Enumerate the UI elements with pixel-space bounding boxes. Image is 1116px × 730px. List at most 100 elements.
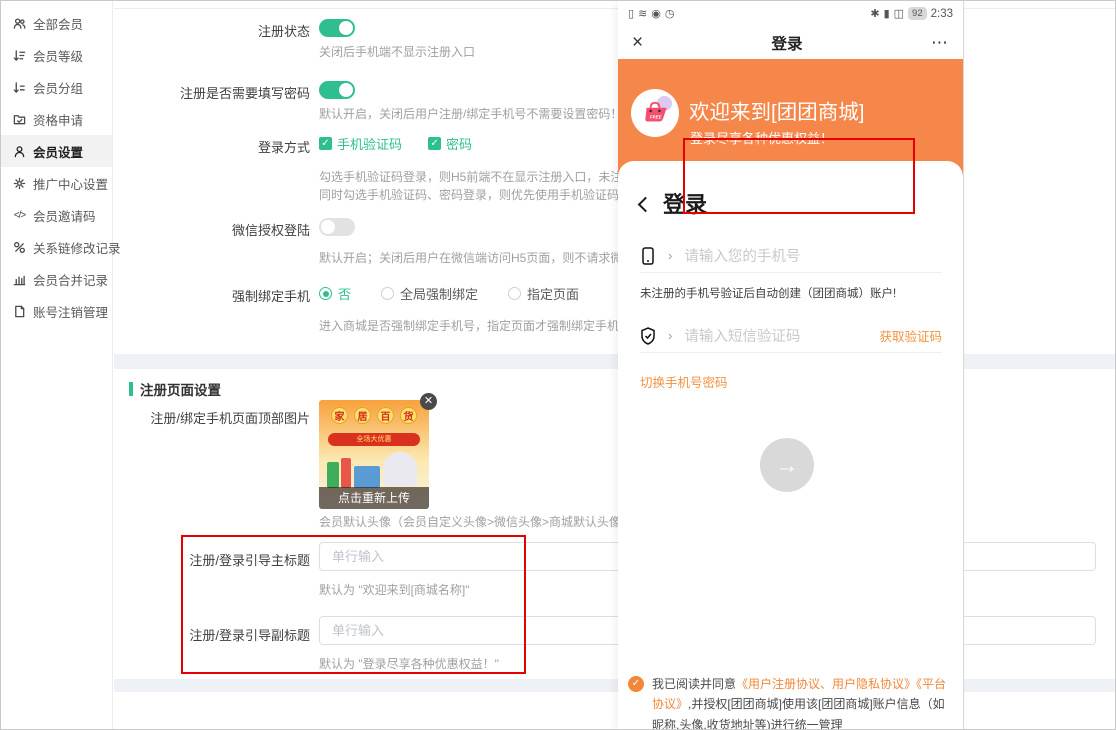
sidebar-item-label: 推广中心设置 (33, 174, 108, 193)
radio-dot (381, 287, 394, 300)
back-chevron-icon[interactable] (638, 196, 654, 212)
statusbar-left-icons: ▯ ≋ ◉ ◷ (628, 7, 675, 20)
sort-group-icon (12, 80, 27, 95)
product-bottle (327, 462, 339, 488)
sidebar-item-label: 资格申请 (33, 110, 83, 129)
sidebar-item-invite-code[interactable]: </> 会员邀请码 (1, 199, 112, 231)
sub-title-help: 默认为 "登录尽享各种优惠权益！" (319, 655, 499, 672)
section-divider (114, 679, 1116, 692)
sidebar-item-member-level[interactable]: 会员等级 (1, 39, 112, 71)
users-icon (12, 16, 27, 31)
checkbox-label: 手机验证码 (337, 134, 402, 153)
shop-avatar: FREE (631, 89, 679, 137)
sidebar-item-member-group[interactable]: 会员分组 (1, 71, 112, 103)
login-heading: 登录 (640, 187, 707, 219)
radio-no[interactable]: 否 (319, 284, 351, 303)
toggle-knob (321, 220, 335, 234)
sidebar-item-merge-log[interactable]: 会员合并记录 (1, 263, 112, 295)
sidebar-item-label: 关系链修改记录 (33, 238, 121, 257)
radio-specified-page[interactable]: 指定页面 (508, 284, 579, 303)
phone-nav-title: 登录 (772, 32, 803, 54)
register-status-toggle[interactable] (319, 19, 355, 37)
sidebar-item-member-settings[interactable]: 会员设置 (1, 135, 112, 167)
register-status-help: 关闭后手机端不显示注册入口 (319, 43, 475, 60)
force-bind-help: 进入商城是否强制绑定手机号，指定页面才强制绑定手机 (319, 317, 619, 334)
auto-create-note: 未注册的手机号验证后自动创建（团团商城）账户! (640, 285, 896, 301)
thumb-category-circles: 家 居 百 货 (319, 407, 429, 424)
battery-icon: ▮ (884, 7, 890, 20)
chart-icon (12, 272, 27, 287)
more-menu-icon[interactable]: ⋯ (931, 33, 949, 53)
thumb-circle: 百 (377, 407, 394, 424)
sidebar-item-all-members[interactable]: 全部会员 (1, 7, 112, 39)
code-icon: </> (12, 208, 27, 223)
sidebar-item-label: 账号注销管理 (33, 302, 108, 321)
sidebar-item-promotion-settings[interactable]: 推广中心设置 (1, 167, 112, 199)
vibrate-icon: ◫ (894, 7, 904, 20)
close-icon[interactable]: × (632, 33, 643, 52)
welcome-subtitle: 登录尽享各种优惠权益！ (690, 128, 833, 147)
welcome-title: 欢迎来到[团团商城] (689, 95, 864, 125)
wechat-auth-label: 微信授权登陆 (114, 220, 310, 239)
statusbar-time: 2:33 (931, 8, 953, 20)
reupload-overlay[interactable]: 点击重新上传 (319, 487, 429, 509)
radio-label: 指定页面 (527, 284, 579, 303)
need-password-toggle[interactable] (319, 81, 355, 99)
register-status-label: 注册状态 (114, 21, 310, 40)
chevron-right-icon: › (668, 328, 672, 343)
login-method-label: 登录方式 (114, 137, 310, 156)
thumb-promo-banner: 全场大优惠 (328, 433, 420, 446)
checkbox-sms-code[interactable]: ✓ 手机验证码 (319, 134, 402, 153)
sidebar-item-label: 会员设置 (33, 142, 83, 161)
switch-login-mode-link[interactable]: 切换手机号密码 (640, 372, 728, 391)
main-title-help: 默认为 "欢迎来到[商城名称]" (319, 581, 470, 598)
sidebar-item-account-cancel[interactable]: 账号注销管理 (1, 295, 112, 327)
default-avatar-help: 会员默认头像（会员自定义头像>微信头像>商城默认头像） (319, 513, 633, 530)
top-image-label: 注册/绑定手机页面顶部图片 (114, 408, 310, 427)
wechat-auth-toggle[interactable] (319, 218, 355, 236)
arrow-right-icon: → (776, 452, 799, 479)
sidebar-item-label: 会员分组 (33, 78, 83, 97)
toggle-knob (339, 21, 353, 35)
phone-input-placeholder[interactable]: 请输入您的手机号 (684, 245, 942, 266)
sidebar-item-relation-log[interactable]: 关系链修改记录 (1, 231, 112, 263)
force-bind-radios: 否 全局强制绑定 指定页面 (319, 284, 579, 303)
phone-navbar: × 登录 ⋯ (618, 26, 963, 59)
agreement-block: ✓ 我已阅读并同意《用户注册协议、用户隐私协议》《平台协议》,并授权[团团商城]… (628, 674, 954, 730)
submit-arrow-button[interactable]: → (760, 438, 814, 492)
checkbox-password[interactable]: ✓ 密码 (428, 134, 472, 153)
login-card: 登录 › 请输入您的手机号 未注册的手机号验证后自动创建（团团商城）账户! › … (618, 161, 963, 730)
sidebar-item-qualification[interactable]: 资格申请 (1, 103, 112, 135)
product-pack (354, 466, 380, 488)
remove-image-icon[interactable]: ✕ (420, 393, 437, 410)
main-title-label: 注册/登录引导主标题 (114, 550, 310, 569)
sidebar-item-label: 会员合并记录 (33, 270, 108, 289)
thumb-circle: 居 (354, 407, 371, 424)
radio-dot (508, 287, 521, 300)
eye-icon: ◉ (651, 7, 661, 20)
thumb-circle: 货 (400, 407, 417, 424)
force-bind-label: 强制绑定手机 (114, 286, 310, 305)
get-code-button[interactable]: 获取验证码 (879, 326, 942, 345)
agreement-text: 我已阅读并同意《用户注册协议、用户隐私协议》《平台协议》,并授权[团团商城]使用… (652, 674, 954, 730)
alarm-icon: ◷ (665, 7, 675, 20)
radio-global-bind[interactable]: 全局强制绑定 (381, 284, 478, 303)
checkbox-label: 密码 (446, 134, 472, 153)
agreement-check-icon[interactable]: ✓ (628, 676, 644, 692)
product-umbrella (383, 452, 417, 486)
sms-code-row[interactable]: › 请输入短信验证码 获取验证码 (640, 319, 942, 353)
sms-input-placeholder[interactable]: 请输入短信验证码 (684, 325, 867, 346)
register-page-section-header: 注册页面设置 (129, 379, 221, 399)
agreement-suffix: ,并授权[团团商城]使用该[团团商城]账户信息（如昵称,头像,收货地址等)进行统… (652, 697, 945, 730)
login-method-checkboxes: ✓ 手机验证码 ✓ 密码 (319, 134, 472, 153)
section-title: 注册页面设置 (140, 379, 221, 399)
sort-level-icon (12, 48, 27, 63)
user-icon (12, 144, 27, 159)
file-icon (12, 304, 27, 319)
checkbox-check-icon: ✓ (428, 137, 441, 150)
need-password-help: 默认开启，关闭后用户注册/绑定手机号不需要设置密码！ (319, 105, 622, 122)
top-image-upload[interactable]: 家 居 百 货 全场大优惠 点击重新上传 (319, 400, 429, 509)
login-heading-text: 登录 (663, 187, 707, 219)
phone-number-row[interactable]: › 请输入您的手机号 (640, 239, 942, 273)
section-divider (114, 354, 1116, 369)
